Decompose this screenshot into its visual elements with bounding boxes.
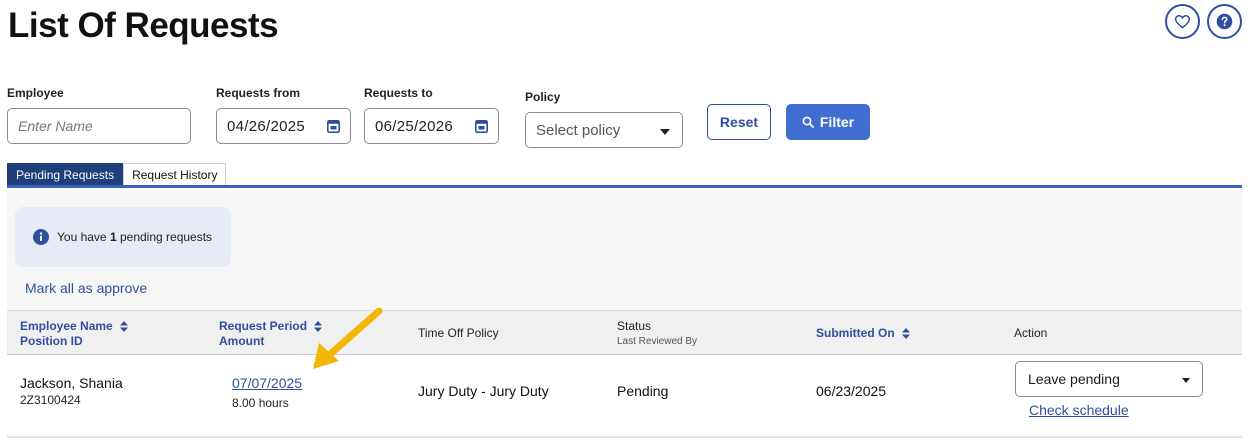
request-period-link[interactable]: 07/07/2025 (232, 375, 302, 391)
info-icon (33, 229, 49, 245)
requests-to-input[interactable]: 06/25/2026 (364, 108, 499, 144)
check-schedule-link[interactable]: Check schedule (1029, 402, 1129, 418)
requests-from-input[interactable]: 04/26/2025 (216, 108, 351, 144)
header-employee[interactable]: Employee Name Position ID (20, 319, 129, 349)
time-off-policy-cell: Jury Duty - Jury Duty (418, 383, 549, 399)
requests-from-value: 04/26/2025 (227, 117, 306, 135)
annotation-arrow-icon (313, 307, 383, 369)
help-button[interactable] (1207, 4, 1242, 39)
request-period-cell: 07/07/2025 8.00 hours (232, 375, 302, 410)
employee-input[interactable]: Enter Name (7, 108, 191, 144)
table-row: Jackson, Shania 2Z3100424 07/07/2025 8.0… (7, 355, 1242, 434)
filter-button[interactable]: Filter (786, 104, 870, 140)
filter-bar: Employee Enter Name Requests from 04/26/… (7, 84, 907, 154)
policy-select-value: Select policy (536, 121, 621, 139)
table-header: Employee Name Position ID Request Period… (7, 310, 1242, 355)
reset-button[interactable]: Reset (707, 104, 771, 140)
pending-requests-panel: You have 1 pending requests Mark all as … (7, 191, 1242, 438)
submitted-on-cell: 06/23/2025 (816, 383, 887, 399)
position-id: 2Z3100424 (20, 393, 81, 407)
employee-cell: Jackson, Shania 2Z3100424 (20, 375, 123, 407)
requests-table: Employee Name Position ID Request Period… (7, 310, 1242, 434)
header-time-off-policy: Time Off Policy (418, 326, 499, 340)
panel-bottom-border (7, 436, 1242, 438)
header-action: Action (1014, 326, 1048, 340)
pending-info-banner: You have 1 pending requests (15, 207, 231, 267)
tab-request-history[interactable]: Request History (123, 163, 227, 185)
status-cell: Pending (617, 383, 669, 399)
employee-label: Employee (7, 86, 64, 100)
mark-all-approve-link[interactable]: Mark all as approve (25, 280, 147, 296)
header-status: Status Last Reviewed By (617, 319, 698, 347)
sort-icon (120, 321, 129, 333)
page-title: List Of Requests (8, 6, 279, 45)
help-icon (1216, 13, 1233, 30)
requests-to-value: 06/25/2026 (375, 117, 454, 135)
requests-from-label: Requests from (216, 86, 301, 100)
search-icon (802, 116, 814, 128)
calendar-icon[interactable] (327, 119, 340, 133)
filter-button-label: Filter (819, 114, 855, 130)
top-icons (1165, 4, 1242, 39)
action-select-value: Leave pending (1028, 371, 1120, 387)
policy-label: Policy (525, 90, 561, 104)
request-tabs: Pending Requests Request History (7, 163, 1242, 188)
sort-icon (902, 328, 911, 340)
header-submitted-on[interactable]: Submitted On (816, 326, 911, 341)
tab-pending-requests[interactable]: Pending Requests (7, 163, 124, 185)
heart-icon (1175, 14, 1190, 29)
calendar-icon[interactable] (475, 119, 488, 133)
action-select[interactable]: Leave pending (1015, 361, 1203, 397)
chevron-down-icon (1182, 378, 1190, 383)
employee-name: Jackson, Shania (20, 375, 123, 391)
policy-select[interactable]: Select policy (525, 112, 683, 148)
request-amount: 8.00 hours (232, 396, 289, 410)
requests-to-label: Requests to (364, 86, 433, 100)
pending-count: 1 (109, 230, 117, 244)
employee-placeholder: Enter Name (18, 118, 93, 134)
pending-info-text: You have 1 pending requests (57, 230, 213, 244)
chevron-down-icon (660, 129, 670, 135)
favorite-button[interactable] (1165, 4, 1200, 39)
